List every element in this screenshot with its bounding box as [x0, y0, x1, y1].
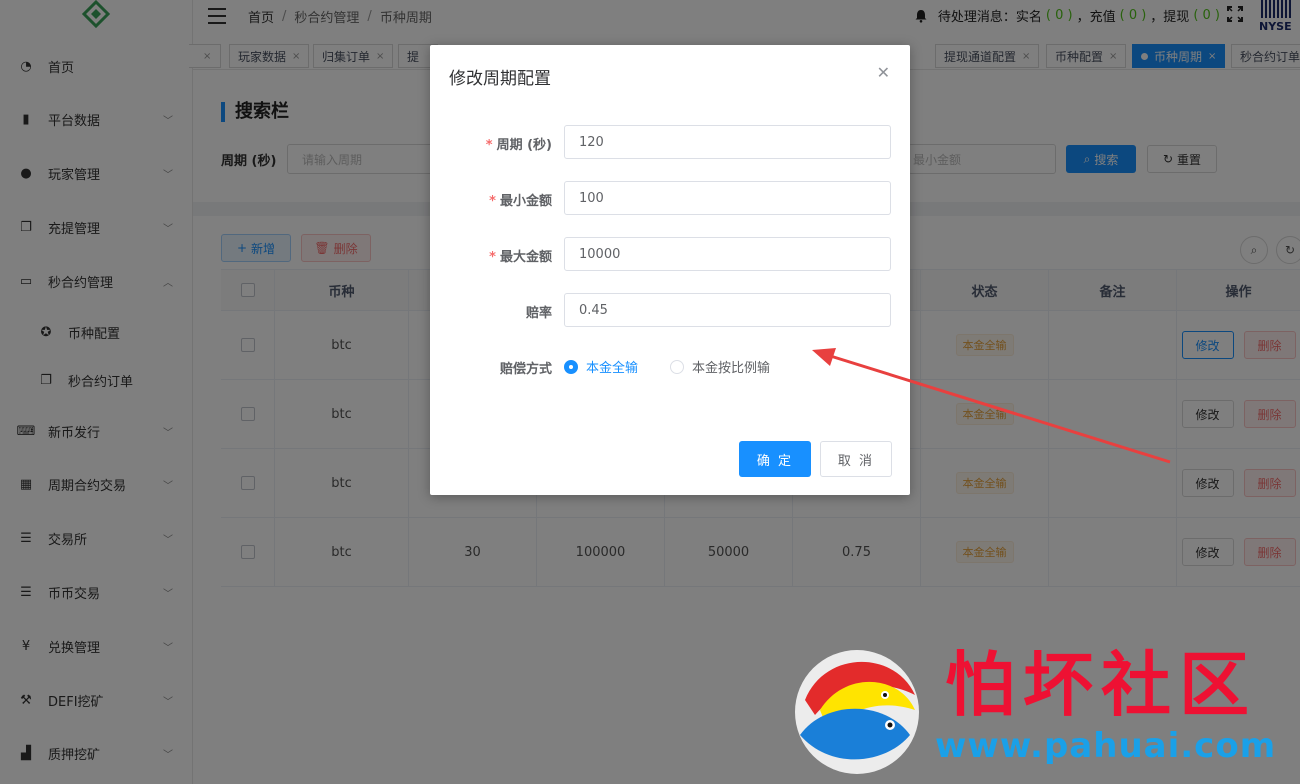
watermark-text: 怕坏社区 [945, 643, 1257, 726]
radio-full-loss[interactable]: 本金全输 [564, 357, 638, 376]
annotation-arrow-icon [812, 348, 1171, 464]
radio-unchecked-icon [670, 359, 684, 374]
fish-logo-icon [795, 650, 919, 774]
min-amount-label: * 最小金额 [489, 194, 552, 209]
close-icon[interactable]: ✕ [877, 63, 890, 82]
radio-proportional-loss[interactable]: 本金按比例输 [670, 357, 770, 376]
dialog-title: 修改周期配置 [449, 69, 551, 89]
radio-checked-icon [564, 359, 578, 374]
rate-label: 赔率 [525, 306, 552, 321]
max-amount-input[interactable]: 10000 [564, 237, 891, 271]
cycle-input[interactable]: 120 [564, 125, 891, 159]
min-amount-input[interactable]: 100 [564, 181, 891, 215]
max-amount-label: * 最大金额 [489, 250, 552, 265]
cycle-label: * 周期 (秒) [485, 138, 552, 153]
watermark: 怕坏社区 www.pahuai.com [785, 640, 1300, 784]
compensation-label: 赔偿方式 [499, 362, 552, 377]
rate-input[interactable]: 0.45 [564, 293, 891, 327]
watermark-url: www.pahuai.com [935, 726, 1277, 766]
